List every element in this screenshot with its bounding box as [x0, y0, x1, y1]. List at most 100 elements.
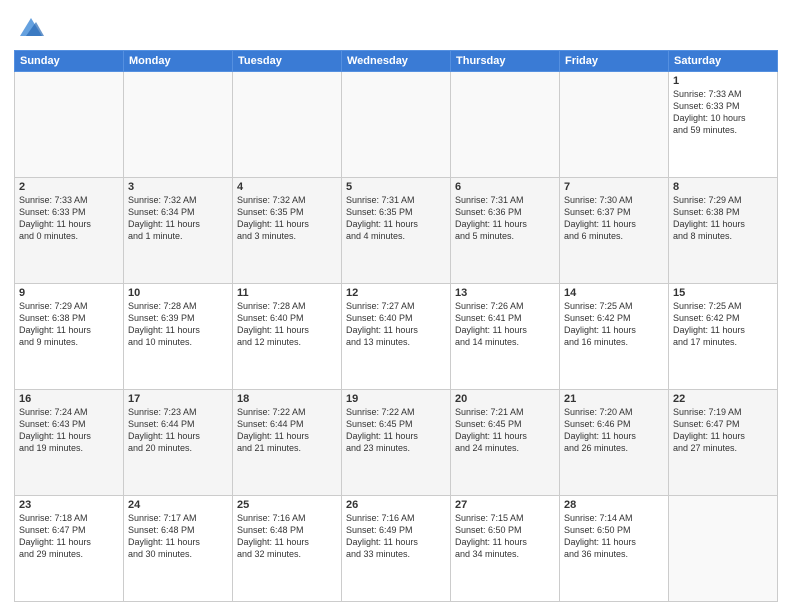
day-info: Sunrise: 7:33 AM Sunset: 6:33 PM Dayligh… [673, 88, 773, 137]
calendar-week-row: 9Sunrise: 7:29 AM Sunset: 6:38 PM Daylig… [15, 284, 778, 390]
day-info: Sunrise: 7:16 AM Sunset: 6:48 PM Dayligh… [237, 512, 337, 561]
table-row [124, 72, 233, 178]
table-row: 15Sunrise: 7:25 AM Sunset: 6:42 PM Dayli… [669, 284, 778, 390]
table-row: 24Sunrise: 7:17 AM Sunset: 6:48 PM Dayli… [124, 496, 233, 602]
day-number: 20 [455, 393, 555, 405]
day-info: Sunrise: 7:28 AM Sunset: 6:39 PM Dayligh… [128, 300, 228, 349]
day-info: Sunrise: 7:14 AM Sunset: 6:50 PM Dayligh… [564, 512, 664, 561]
day-info: Sunrise: 7:20 AM Sunset: 6:46 PM Dayligh… [564, 406, 664, 455]
day-number: 18 [237, 393, 337, 405]
day-info: Sunrise: 7:22 AM Sunset: 6:44 PM Dayligh… [237, 406, 337, 455]
day-number: 14 [564, 287, 664, 299]
header [14, 12, 778, 42]
day-info: Sunrise: 7:23 AM Sunset: 6:44 PM Dayligh… [128, 406, 228, 455]
table-row [560, 72, 669, 178]
day-number: 21 [564, 393, 664, 405]
day-info: Sunrise: 7:29 AM Sunset: 6:38 PM Dayligh… [19, 300, 119, 349]
day-number: 24 [128, 499, 228, 511]
day-number: 26 [346, 499, 446, 511]
table-row [451, 72, 560, 178]
day-info: Sunrise: 7:25 AM Sunset: 6:42 PM Dayligh… [564, 300, 664, 349]
day-info: Sunrise: 7:30 AM Sunset: 6:37 PM Dayligh… [564, 194, 664, 243]
col-thursday: Thursday [451, 51, 560, 72]
day-number: 6 [455, 181, 555, 193]
calendar-week-row: 2Sunrise: 7:33 AM Sunset: 6:33 PM Daylig… [15, 178, 778, 284]
day-info: Sunrise: 7:16 AM Sunset: 6:49 PM Dayligh… [346, 512, 446, 561]
logo [14, 12, 46, 42]
day-info: Sunrise: 7:22 AM Sunset: 6:45 PM Dayligh… [346, 406, 446, 455]
day-number: 8 [673, 181, 773, 193]
col-monday: Monday [124, 51, 233, 72]
day-info: Sunrise: 7:25 AM Sunset: 6:42 PM Dayligh… [673, 300, 773, 349]
day-number: 22 [673, 393, 773, 405]
table-row: 23Sunrise: 7:18 AM Sunset: 6:47 PM Dayli… [15, 496, 124, 602]
table-row: 8Sunrise: 7:29 AM Sunset: 6:38 PM Daylig… [669, 178, 778, 284]
day-number: 4 [237, 181, 337, 193]
day-info: Sunrise: 7:18 AM Sunset: 6:47 PM Dayligh… [19, 512, 119, 561]
table-row: 1Sunrise: 7:33 AM Sunset: 6:33 PM Daylig… [669, 72, 778, 178]
table-row: 27Sunrise: 7:15 AM Sunset: 6:50 PM Dayli… [451, 496, 560, 602]
table-row [669, 496, 778, 602]
table-row [233, 72, 342, 178]
table-row: 3Sunrise: 7:32 AM Sunset: 6:34 PM Daylig… [124, 178, 233, 284]
table-row: 20Sunrise: 7:21 AM Sunset: 6:45 PM Dayli… [451, 390, 560, 496]
calendar-week-row: 16Sunrise: 7:24 AM Sunset: 6:43 PM Dayli… [15, 390, 778, 496]
day-info: Sunrise: 7:24 AM Sunset: 6:43 PM Dayligh… [19, 406, 119, 455]
table-row: 5Sunrise: 7:31 AM Sunset: 6:35 PM Daylig… [342, 178, 451, 284]
day-number: 19 [346, 393, 446, 405]
calendar-week-row: 23Sunrise: 7:18 AM Sunset: 6:47 PM Dayli… [15, 496, 778, 602]
table-row: 11Sunrise: 7:28 AM Sunset: 6:40 PM Dayli… [233, 284, 342, 390]
table-row: 10Sunrise: 7:28 AM Sunset: 6:39 PM Dayli… [124, 284, 233, 390]
day-number: 16 [19, 393, 119, 405]
day-info: Sunrise: 7:26 AM Sunset: 6:41 PM Dayligh… [455, 300, 555, 349]
calendar-header-row: Sunday Monday Tuesday Wednesday Thursday… [15, 51, 778, 72]
col-tuesday: Tuesday [233, 51, 342, 72]
day-info: Sunrise: 7:17 AM Sunset: 6:48 PM Dayligh… [128, 512, 228, 561]
day-info: Sunrise: 7:32 AM Sunset: 6:35 PM Dayligh… [237, 194, 337, 243]
table-row: 16Sunrise: 7:24 AM Sunset: 6:43 PM Dayli… [15, 390, 124, 496]
day-number: 13 [455, 287, 555, 299]
table-row [15, 72, 124, 178]
day-info: Sunrise: 7:28 AM Sunset: 6:40 PM Dayligh… [237, 300, 337, 349]
day-info: Sunrise: 7:19 AM Sunset: 6:47 PM Dayligh… [673, 406, 773, 455]
day-number: 15 [673, 287, 773, 299]
day-number: 17 [128, 393, 228, 405]
day-number: 1 [673, 75, 773, 87]
day-info: Sunrise: 7:15 AM Sunset: 6:50 PM Dayligh… [455, 512, 555, 561]
table-row: 17Sunrise: 7:23 AM Sunset: 6:44 PM Dayli… [124, 390, 233, 496]
col-wednesday: Wednesday [342, 51, 451, 72]
day-info: Sunrise: 7:32 AM Sunset: 6:34 PM Dayligh… [128, 194, 228, 243]
day-info: Sunrise: 7:21 AM Sunset: 6:45 PM Dayligh… [455, 406, 555, 455]
day-number: 9 [19, 287, 119, 299]
day-number: 7 [564, 181, 664, 193]
logo-icon [16, 12, 46, 42]
day-number: 5 [346, 181, 446, 193]
day-number: 23 [19, 499, 119, 511]
table-row: 22Sunrise: 7:19 AM Sunset: 6:47 PM Dayli… [669, 390, 778, 496]
table-row: 21Sunrise: 7:20 AM Sunset: 6:46 PM Dayli… [560, 390, 669, 496]
col-saturday: Saturday [669, 51, 778, 72]
day-number: 10 [128, 287, 228, 299]
table-row: 9Sunrise: 7:29 AM Sunset: 6:38 PM Daylig… [15, 284, 124, 390]
table-row: 26Sunrise: 7:16 AM Sunset: 6:49 PM Dayli… [342, 496, 451, 602]
table-row: 12Sunrise: 7:27 AM Sunset: 6:40 PM Dayli… [342, 284, 451, 390]
day-number: 27 [455, 499, 555, 511]
table-row [342, 72, 451, 178]
day-number: 2 [19, 181, 119, 193]
table-row: 4Sunrise: 7:32 AM Sunset: 6:35 PM Daylig… [233, 178, 342, 284]
table-row: 6Sunrise: 7:31 AM Sunset: 6:36 PM Daylig… [451, 178, 560, 284]
page: Sunday Monday Tuesday Wednesday Thursday… [0, 0, 792, 612]
day-info: Sunrise: 7:33 AM Sunset: 6:33 PM Dayligh… [19, 194, 119, 243]
table-row: 25Sunrise: 7:16 AM Sunset: 6:48 PM Dayli… [233, 496, 342, 602]
day-number: 12 [346, 287, 446, 299]
day-info: Sunrise: 7:27 AM Sunset: 6:40 PM Dayligh… [346, 300, 446, 349]
calendar-week-row: 1Sunrise: 7:33 AM Sunset: 6:33 PM Daylig… [15, 72, 778, 178]
table-row: 18Sunrise: 7:22 AM Sunset: 6:44 PM Dayli… [233, 390, 342, 496]
day-info: Sunrise: 7:31 AM Sunset: 6:36 PM Dayligh… [455, 194, 555, 243]
table-row: 7Sunrise: 7:30 AM Sunset: 6:37 PM Daylig… [560, 178, 669, 284]
table-row: 2Sunrise: 7:33 AM Sunset: 6:33 PM Daylig… [15, 178, 124, 284]
day-number: 3 [128, 181, 228, 193]
col-sunday: Sunday [15, 51, 124, 72]
table-row: 14Sunrise: 7:25 AM Sunset: 6:42 PM Dayli… [560, 284, 669, 390]
col-friday: Friday [560, 51, 669, 72]
